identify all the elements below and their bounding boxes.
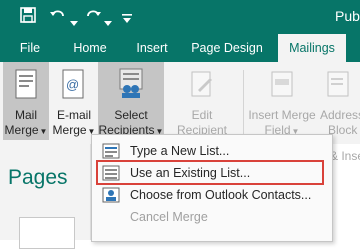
redo-dropdown-icon[interactable] <box>104 13 112 31</box>
address-block-button[interactable]: Address Block <box>318 62 360 140</box>
title-bar: Publ <box>0 0 360 34</box>
address-block-icon <box>326 70 350 102</box>
tab-insert[interactable]: Insert <box>130 34 174 62</box>
menu-item-label: Type a New List... <box>130 144 230 158</box>
navigation-pane: Pages <box>0 144 91 249</box>
chevron-down-icon: ▼ <box>39 127 48 136</box>
insert-merge-field-button[interactable]: Insert Merge Field▼ <box>247 62 317 140</box>
email-merge-label-1: E-mail <box>56 108 91 122</box>
select-recipients-menu: Type a New List... Use an Existing List.… <box>91 134 333 242</box>
ribbon-partial-label: & Inse <box>330 149 360 163</box>
customize-qat-icon[interactable] <box>122 10 132 28</box>
mail-merge-icon <box>15 69 37 103</box>
undo-dropdown-icon[interactable] <box>70 13 78 31</box>
ribbon-group-separator <box>243 70 244 136</box>
recipients-icon <box>118 68 144 102</box>
menu-item-cancel-merge[interactable]: Cancel Merge <box>92 206 332 228</box>
edit-list-icon <box>190 70 214 102</box>
menu-item-label: Cancel Merge <box>130 210 208 224</box>
edit-recipient-list-button[interactable]: Edit Recipient List <box>166 62 238 153</box>
mail-merge-button[interactable]: Mail Merge▼ <box>3 62 49 140</box>
select-recipients-label-1: Select <box>114 108 148 122</box>
tab-mailings[interactable]: Mailings <box>278 34 346 62</box>
highlight-box <box>96 160 324 185</box>
edit-recipient-list-label-1: Edit <box>191 108 213 122</box>
tab-home[interactable]: Home <box>68 34 112 62</box>
undo-icon[interactable] <box>49 7 67 28</box>
ribbon-tabs: File Home Insert Page Design Mailings <box>0 34 360 62</box>
email-merge-button[interactable]: @ E-mail Merge▼ <box>51 62 97 140</box>
svg-text:@: @ <box>66 77 79 92</box>
document-title: Publ <box>335 8 360 24</box>
select-recipients-button[interactable]: Select Recipients▼ <box>98 62 164 140</box>
tab-page-design[interactable]: Page Design <box>188 34 266 62</box>
ribbon: Mail Merge▼ @ E-mail Merge▼ Select Recip… <box>0 62 360 153</box>
menu-item-type-new-list[interactable]: Type a New List... <box>92 140 332 162</box>
mail-merge-label-2: Merge <box>4 123 39 137</box>
insert-merge-field-label-1: Insert Merge <box>248 108 316 122</box>
menu-item-label: Choose from Outlook Contacts... <box>130 188 312 202</box>
mail-merge-label-1: Mail <box>14 108 37 122</box>
pages-title: Pages <box>8 166 68 189</box>
save-icon[interactable] <box>20 7 36 28</box>
address-block-label-1: Address <box>320 108 360 122</box>
email-merge-icon: @ <box>62 69 86 103</box>
tab-file[interactable]: File <box>10 34 50 62</box>
email-merge-label-2: Merge <box>52 123 87 137</box>
redo-icon[interactable] <box>84 7 102 28</box>
merge-field-icon <box>270 70 294 102</box>
page-thumbnail[interactable] <box>19 217 75 249</box>
menu-item-choose-outlook-contacts[interactable]: Choose from Outlook Contacts... <box>92 184 332 206</box>
